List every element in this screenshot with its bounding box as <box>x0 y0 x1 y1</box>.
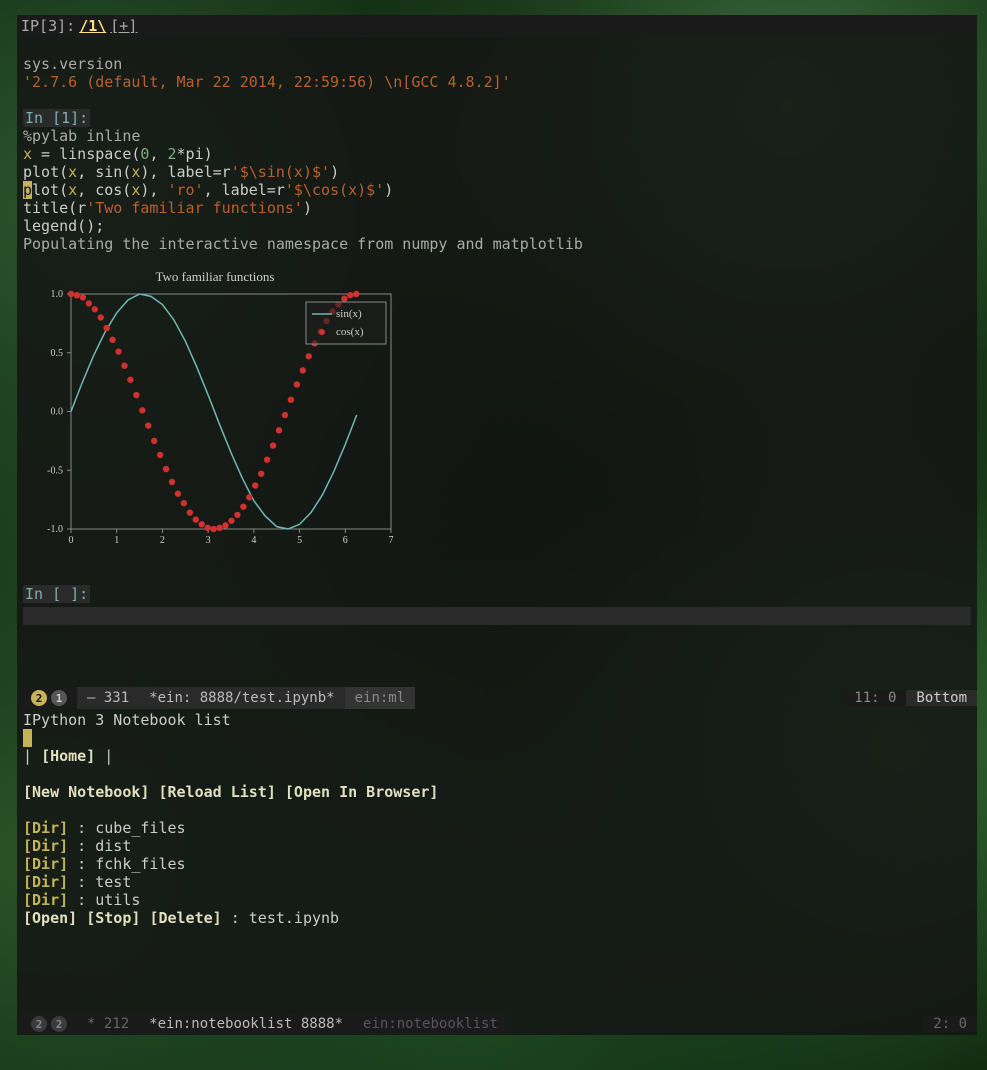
svg-text:2: 2 <box>160 535 165 546</box>
nb-actions: [New Notebook] [Reload List] [Open In Br… <box>23 783 971 801</box>
modeline-major-mode: ein:notebooklist <box>353 1013 508 1035</box>
code-line: %pylab inline <box>23 127 140 145</box>
window-badge: 2 <box>51 1016 67 1032</box>
code-line: plot(x, cos(x), 'ro', label=r'$\cos(x)$'… <box>23 181 393 199</box>
tab-bar: IP[3]: /1\ [+] <box>17 15 977 37</box>
cell-prompt: In [ ]: <box>23 585 90 603</box>
svg-text:5: 5 <box>297 535 302 546</box>
svg-text:1.0: 1.0 <box>51 289 64 300</box>
stop-button[interactable]: [Stop] <box>86 909 140 927</box>
modeline-location: Bottom <box>906 690 977 706</box>
modeline-buffer-name: *ein: 8888/test.ipynb* <box>139 687 344 709</box>
tab-prefix: IP[3]: <box>21 17 75 35</box>
notebook-buffer[interactable]: sys.version '2.7.6 (default, Mar 22 2014… <box>17 37 977 253</box>
svg-text:6: 6 <box>343 535 348 546</box>
output-line: Populating the interactive namespace fro… <box>23 235 583 253</box>
window-badge: 2 <box>31 1016 47 1032</box>
chart: Two familiar functions 01234567-1.0-0.50… <box>25 263 405 559</box>
modeline-buffer-name: *ein:notebooklist 8888* <box>139 1013 353 1035</box>
tab-active[interactable]: /1\ <box>79 17 106 35</box>
cursor <box>23 729 32 747</box>
svg-text:3: 3 <box>206 535 211 546</box>
code-line: plot(x, sin(x), label=r'$\sin(x)$') <box>23 163 339 181</box>
list-item[interactable]: [Dir] : test <box>23 873 971 891</box>
new-notebook-button[interactable]: [New Notebook] <box>23 783 149 801</box>
window-badge: 2 <box>31 690 47 706</box>
svg-text:7: 7 <box>389 535 394 546</box>
svg-text:0.5: 0.5 <box>51 348 64 359</box>
code-line: x = linspace(0, 2*pi) <box>23 145 213 163</box>
output-line: sys.version <box>23 55 122 73</box>
home-link[interactable]: [Home] <box>41 747 95 765</box>
empty-cell[interactable]: In [ ]: <box>17 567 977 625</box>
open-in-browser-button[interactable]: [Open In Browser] <box>285 783 439 801</box>
notebooklist-buffer[interactable]: IPython 3 Notebook list | [Home] | [New … <box>17 709 977 1013</box>
tab-new[interactable]: [+] <box>110 17 137 35</box>
cursor: p <box>23 181 32 199</box>
modeline-notebooklist: 2 2 * 212 *ein:notebooklist 8888* ein:no… <box>17 1013 977 1035</box>
modeline-position: 11: 0 <box>844 690 906 706</box>
list-item[interactable]: [Dir] : utils <box>23 891 971 909</box>
notebooklist-title: IPython 3 Notebook list <box>23 711 971 729</box>
svg-text:sin(x): sin(x) <box>336 308 362 320</box>
modeline-notebook: 2 1 – 331 *ein: 8888/test.ipynb* ein:ml … <box>17 687 977 709</box>
emacs-frame: IP[3]: /1\ [+] sys.version '2.7.6 (defau… <box>17 15 977 1035</box>
list-item[interactable]: [Dir] : dist <box>23 837 971 855</box>
svg-text:cos(x): cos(x) <box>336 326 364 338</box>
svg-text:0: 0 <box>69 535 74 546</box>
window-badge: 1 <box>51 690 67 706</box>
modeline-modified: * 212 <box>77 1013 139 1035</box>
svg-text:1: 1 <box>114 535 119 546</box>
svg-text:-0.5: -0.5 <box>47 465 63 476</box>
modeline-position: 2: 0 <box>923 1016 977 1032</box>
svg-text:4: 4 <box>251 535 256 546</box>
chart-plot: 0 1 2 3 4 5 6 7 -1.0 -0.5 0.0 0.5 1.0 sin(x) cos(x) <box>31 289 401 549</box>
list-item[interactable]: [Dir] : cube_files <box>23 819 971 837</box>
open-button[interactable]: [Open] <box>23 909 77 927</box>
modeline-modified: – 331 <box>77 687 139 709</box>
cell-body[interactable] <box>23 607 971 625</box>
list-item[interactable]: [Dir] : fchk_files <box>23 855 971 873</box>
svg-text:-1.0: -1.0 <box>47 524 63 535</box>
chart-title: Two familiar functions <box>31 269 399 285</box>
svg-text:0.0: 0.0 <box>51 407 64 418</box>
cell-prompt: In [1]: <box>23 109 90 127</box>
code-line: title(r'Two familiar functions') <box>23 199 312 217</box>
code-line: legend(); <box>23 217 104 235</box>
list-item: [Open] [Stop] [Delete] : test.ipynb <box>23 909 971 927</box>
modeline-major-mode: ein:ml <box>345 687 416 709</box>
delete-button[interactable]: [Delete] <box>149 909 221 927</box>
output-line: '2.7.6 (default, Mar 22 2014, 22:59:56) … <box>23 73 511 91</box>
reload-list-button[interactable]: [Reload List] <box>158 783 275 801</box>
breadcrumb: | [Home] | <box>23 747 971 765</box>
